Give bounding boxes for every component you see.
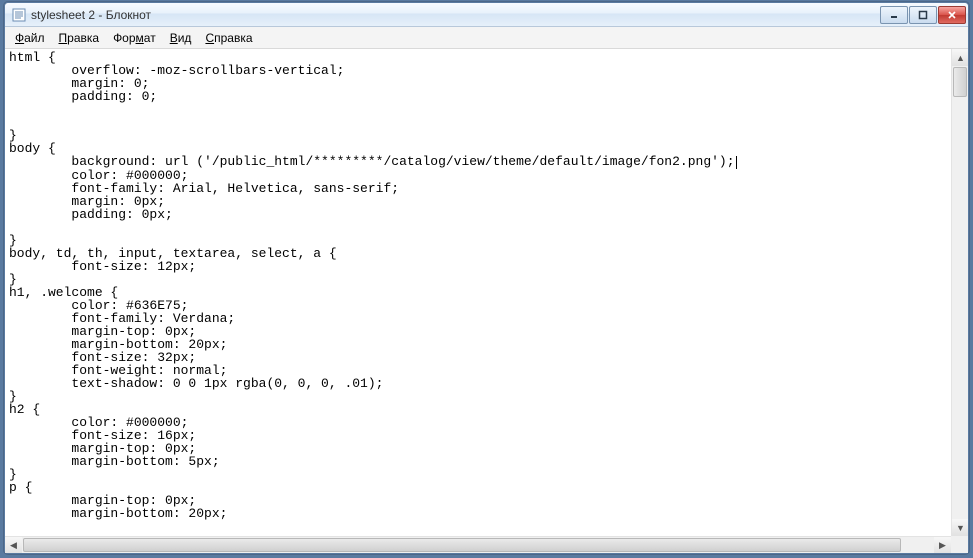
horizontal-scroll-thumb[interactable] (23, 538, 901, 552)
menu-view[interactable]: Вид (164, 29, 198, 47)
maximize-button[interactable] (909, 6, 937, 24)
menu-file[interactable]: Файл (9, 29, 51, 47)
menubar: Файл Правка Формат Вид Справка (5, 27, 968, 49)
client-area: html { overflow: -moz-scrollbars-vertica… (5, 49, 968, 553)
text-editor[interactable]: html { overflow: -moz-scrollbars-vertica… (5, 49, 951, 536)
titlebar[interactable]: stylesheet 2 - Блокнот (5, 3, 968, 27)
window-title: stylesheet 2 - Блокнот (31, 8, 880, 22)
scroll-up-icon[interactable]: ▲ (952, 49, 968, 66)
window-buttons (880, 6, 966, 24)
scroll-corner (951, 536, 968, 553)
close-button[interactable] (938, 6, 966, 24)
scroll-left-icon[interactable]: ◀ (5, 537, 22, 553)
menu-help[interactable]: Справка (199, 29, 258, 47)
menu-format[interactable]: Формат (107, 29, 162, 47)
scroll-right-icon[interactable]: ▶ (934, 537, 951, 553)
vertical-scrollbar[interactable]: ▲ ▼ (951, 49, 968, 536)
notepad-window: stylesheet 2 - Блокнот Файл Правка Форма… (4, 2, 969, 554)
notepad-icon (11, 7, 27, 23)
scroll-down-icon[interactable]: ▼ (952, 519, 968, 536)
minimize-button[interactable] (880, 6, 908, 24)
horizontal-scrollbar[interactable]: ◀ ▶ (5, 536, 951, 553)
vertical-scroll-thumb[interactable] (953, 67, 967, 97)
menu-edit[interactable]: Правка (53, 29, 106, 47)
